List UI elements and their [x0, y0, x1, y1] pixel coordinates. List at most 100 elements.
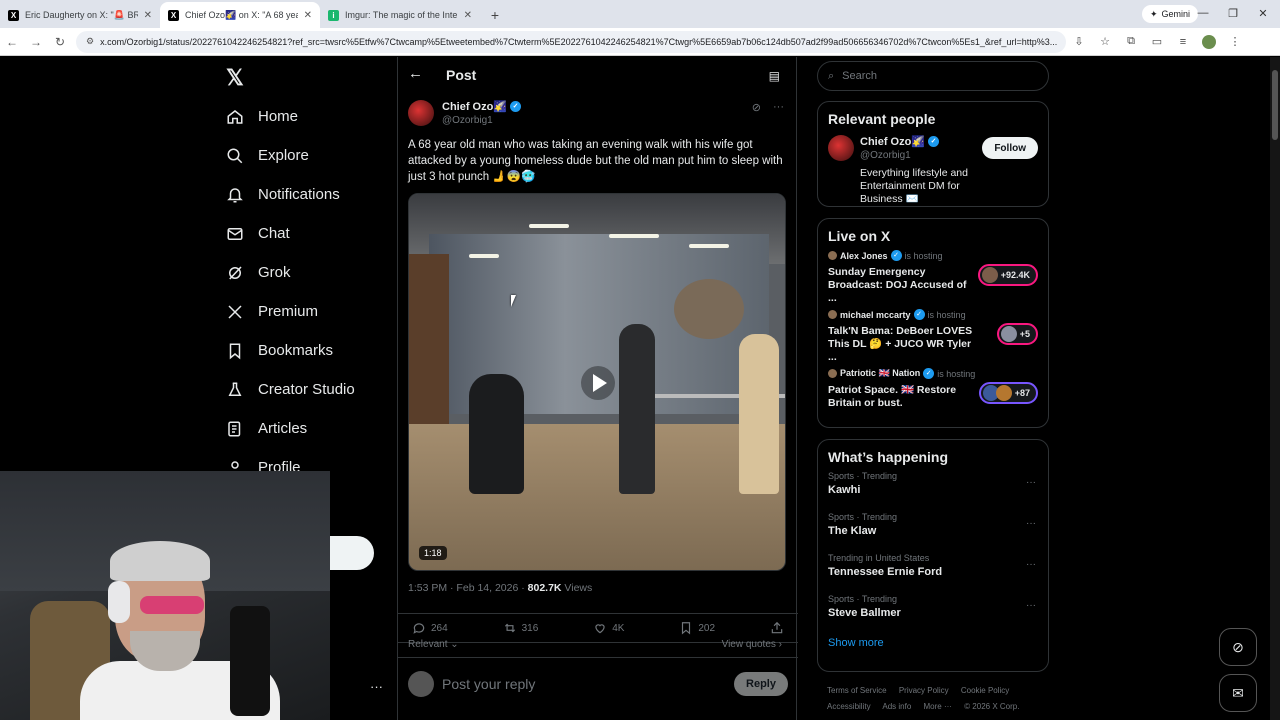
sort-label: Relevant — [408, 639, 448, 650]
grok-icon — [229, 265, 242, 280]
more-options-icon[interactable]: ··· — [1026, 559, 1036, 570]
nav-explore[interactable]: Explore — [226, 136, 355, 175]
more-options-icon[interactable]: ··· — [1026, 518, 1036, 529]
grok-icon[interactable]: ⊘ — [752, 101, 761, 114]
avatar[interactable] — [408, 100, 434, 126]
site-info-icon[interactable]: ⚙ — [86, 36, 94, 47]
play-icon — [593, 374, 607, 392]
scrollbar[interactable] — [1270, 57, 1280, 720]
footer-link[interactable]: Ads info — [882, 702, 911, 711]
nav-chat[interactable]: Chat — [226, 214, 355, 253]
minimize-button[interactable]: — — [1188, 0, 1218, 26]
nav-premium[interactable]: Premium — [226, 292, 355, 331]
media-icon[interactable]: ≡ — [1170, 31, 1196, 53]
more-options-icon[interactable]: ··· — [773, 101, 784, 114]
play-button[interactable] — [581, 366, 615, 400]
star-icon[interactable]: ☆ — [1092, 31, 1118, 53]
view-quotes-link[interactable]: View quotes › — [722, 639, 782, 650]
post-author[interactable]: Chief Ozo🌠 ✓ @Ozorbig1 — [408, 100, 522, 126]
browser-tab-1[interactable]: X Eric Daugherty on X: "🚨 BREAKING ✕ — [0, 2, 160, 28]
trend-item[interactable]: Sports · Trending Kawhi ··· — [818, 465, 1048, 506]
listener-badge[interactable]: +92.4K — [977, 264, 1038, 286]
extensions-icon[interactable]: ⧉ — [1118, 31, 1144, 53]
more-icon[interactable]: ··· — [370, 679, 383, 694]
install-icon[interactable]: ⇩ — [1066, 31, 1092, 53]
follow-button[interactable]: Follow — [982, 137, 1038, 159]
sort-replies-dropdown[interactable]: Relevant ⌄ — [408, 639, 459, 650]
live-item[interactable]: Alex Jones ✓ is hosting Sunday Emergency B… — [818, 244, 1048, 304]
repost-icon — [504, 623, 515, 633]
more-options-icon[interactable]: ··· — [1026, 600, 1036, 611]
person-handle[interactable]: @Ozorbig1 — [860, 150, 976, 161]
grok-fab-button[interactable]: ⊘ — [1219, 628, 1257, 666]
footer-link[interactable]: Privacy Policy — [899, 686, 949, 695]
views-label: Views — [561, 582, 593, 594]
footer-copyright: © 2026 X Corp. — [964, 702, 1020, 711]
scrollbar-thumb[interactable] — [1272, 70, 1278, 140]
listener-badge[interactable]: +5 — [996, 323, 1038, 345]
close-icon[interactable]: ✕ — [144, 10, 152, 21]
post-button[interactable] — [330, 536, 374, 570]
reply-button[interactable]: Reply — [734, 671, 788, 696]
live-host-name: Alex Jones — [840, 250, 888, 261]
footer-link[interactable]: More ··· — [924, 702, 952, 711]
trend-item[interactable]: Sports · Trending Steve Ballmer ··· — [818, 588, 1048, 629]
like-action[interactable]: 4K — [593, 621, 624, 635]
url-field[interactable]: ⚙ x.com/Ozorbig1/status/2022761042246254… — [76, 30, 1066, 53]
share-action[interactable] — [770, 621, 784, 635]
nav-creator-studio[interactable]: Creator Studio — [226, 370, 355, 409]
menu-icon[interactable]: ⋮ — [1222, 31, 1248, 53]
reload-icon[interactable]: ↻ — [48, 30, 72, 54]
x-logo-icon[interactable]: 𝕏 — [226, 65, 244, 91]
repost-action[interactable]: 316 — [503, 621, 538, 635]
reader-mode-icon[interactable]: ▤ — [769, 69, 780, 83]
close-icon[interactable]: ✕ — [304, 10, 312, 21]
author-name[interactable]: Chief Ozo🌠 — [442, 100, 507, 113]
like-count: 4K — [612, 622, 625, 634]
browser-tab-2[interactable]: X Chief Ozo🌠 on X: "A 68 year old ✕ — [160, 2, 320, 28]
show-more-link[interactable]: Show more — [818, 629, 1048, 655]
close-icon[interactable]: ✕ — [464, 10, 472, 21]
footer-link[interactable]: Accessibility — [827, 702, 871, 711]
new-tab-button[interactable]: + — [484, 4, 506, 26]
back-arrow-icon[interactable]: ← — [408, 65, 423, 82]
nav-notifications[interactable]: Notifications — [226, 175, 355, 214]
avatar[interactable] — [828, 135, 854, 161]
post-timestamp[interactable]: 1:53 PM · Feb 14, 2026 · — [408, 582, 528, 594]
nav-articles[interactable]: Articles — [226, 409, 355, 448]
sidepanel-icon[interactable]: ▭ — [1144, 31, 1170, 53]
search-input[interactable]: ⌕ Search — [817, 61, 1049, 91]
forward-icon[interactable]: → — [24, 30, 48, 54]
trend-category: Trending in United States — [828, 553, 930, 563]
back-icon[interactable]: ← — [0, 30, 24, 54]
close-window-button[interactable]: ✕ — [1248, 0, 1278, 26]
listener-count: +5 — [1019, 329, 1030, 339]
nav-grok[interactable]: Grok — [226, 253, 355, 292]
bookmark-action[interactable]: 202 — [679, 621, 715, 635]
live-item[interactable]: Patriotic 🇬🇧 Nation ✓ is hosting Patriot S… — [818, 362, 1048, 421]
person-name[interactable]: Chief Ozo🌠 — [860, 135, 925, 148]
more-options-icon[interactable]: ··· — [1026, 477, 1036, 488]
messages-fab-button[interactable]: ✉ — [1219, 674, 1257, 712]
trend-item[interactable]: Sports · Trending The Klaw ··· — [818, 506, 1048, 547]
footer-link[interactable]: Cookie Policy — [961, 686, 1009, 695]
search-icon: ⌕ — [828, 69, 835, 82]
listener-badge[interactable]: +87 — [978, 382, 1038, 404]
nav-home[interactable]: Home — [226, 97, 355, 136]
reply-action[interactable]: 264 — [412, 621, 448, 635]
author-handle[interactable]: @Ozorbig1 — [442, 115, 521, 126]
live-space-title: Sunday Emergency Broadcast: DOJ Accused … — [828, 266, 967, 304]
live-item[interactable]: michael mccarty ✓ is hosting Talk'N Bama: … — [818, 303, 1048, 363]
reply-icon — [413, 623, 425, 634]
chevron-down-icon: ⌄ — [450, 639, 459, 650]
maximize-button[interactable]: ❐ — [1218, 0, 1248, 26]
video-player[interactable]: 1:18 — [408, 193, 786, 571]
article-icon — [228, 421, 241, 436]
nav-bookmarks[interactable]: Bookmarks — [226, 331, 355, 370]
browser-tab-3[interactable]: i Imgur: The magic of the Internet ✕ — [320, 2, 480, 28]
profile-avatar[interactable] — [1196, 31, 1222, 53]
x-icon: X — [8, 9, 19, 21]
reply-input[interactable]: Post your reply — [442, 676, 726, 692]
footer-link[interactable]: Terms of Service — [827, 686, 887, 695]
trend-item[interactable]: Trending in United States Tennessee Erni… — [818, 547, 1048, 588]
